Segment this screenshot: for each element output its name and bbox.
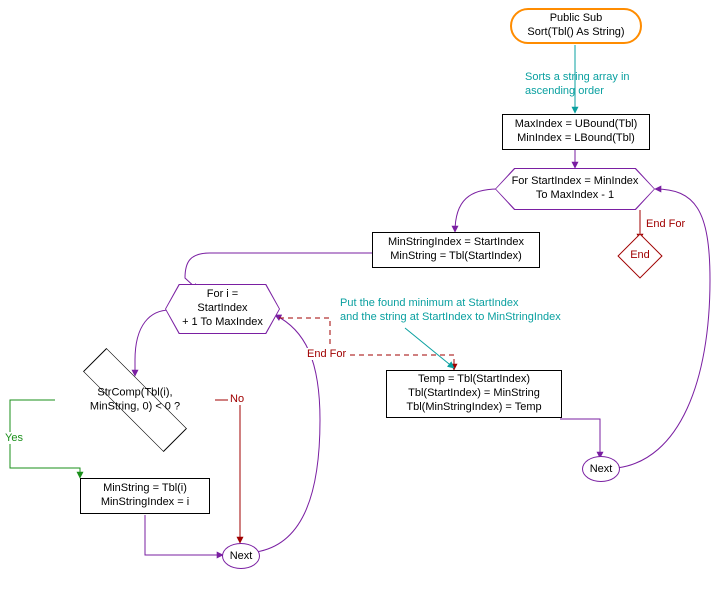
process-init-bounds: MaxIndex = UBound(Tbl) MinIndex = LBound… bbox=[502, 114, 650, 150]
loop-inner-for: For i = StartIndex + 1 To MaxIndex bbox=[165, 284, 280, 334]
comment-description: Sorts a string array in ascending order bbox=[525, 70, 630, 99]
process-update-min: MinString = Tbl(i) MinStringIndex = i bbox=[80, 478, 210, 514]
connector-inner-next-label: Next bbox=[230, 550, 253, 562]
comment-swap: Put the found minimum at StartIndex and … bbox=[340, 296, 561, 325]
decision-strcomp: StrComp(Tbl(i), MinString, 0) < 0 ? bbox=[78, 370, 192, 430]
process-swap: Temp = Tbl(StartIndex) Tbl(StartIndex) =… bbox=[386, 370, 562, 418]
label-no: No bbox=[228, 393, 246, 405]
loop-outer-for: For StartIndex = MinIndex To MaxIndex - … bbox=[495, 168, 655, 210]
loop-outer-for-label: For StartIndex = MinIndex To MaxIndex - … bbox=[496, 169, 654, 209]
connector-inner-next: Next bbox=[222, 543, 260, 569]
loop-inner-for-label: For i = StartIndex + 1 To MaxIndex bbox=[166, 285, 279, 333]
start-text: Public Sub Sort(Tbl() As String) bbox=[527, 12, 624, 40]
process-body-init: MinStringIndex = StartIndex MinString = … bbox=[372, 232, 540, 268]
connector-outer-next-label: Next bbox=[590, 463, 613, 475]
label-outer-end-for: End For bbox=[644, 218, 687, 230]
connector-outer-next: Next bbox=[582, 456, 620, 482]
label-yes: Yes bbox=[3, 432, 25, 444]
end-terminator: End bbox=[624, 240, 656, 272]
label-inner-end-for: End For bbox=[305, 348, 348, 360]
start-terminator: Public Sub Sort(Tbl() As String) bbox=[510, 8, 642, 44]
